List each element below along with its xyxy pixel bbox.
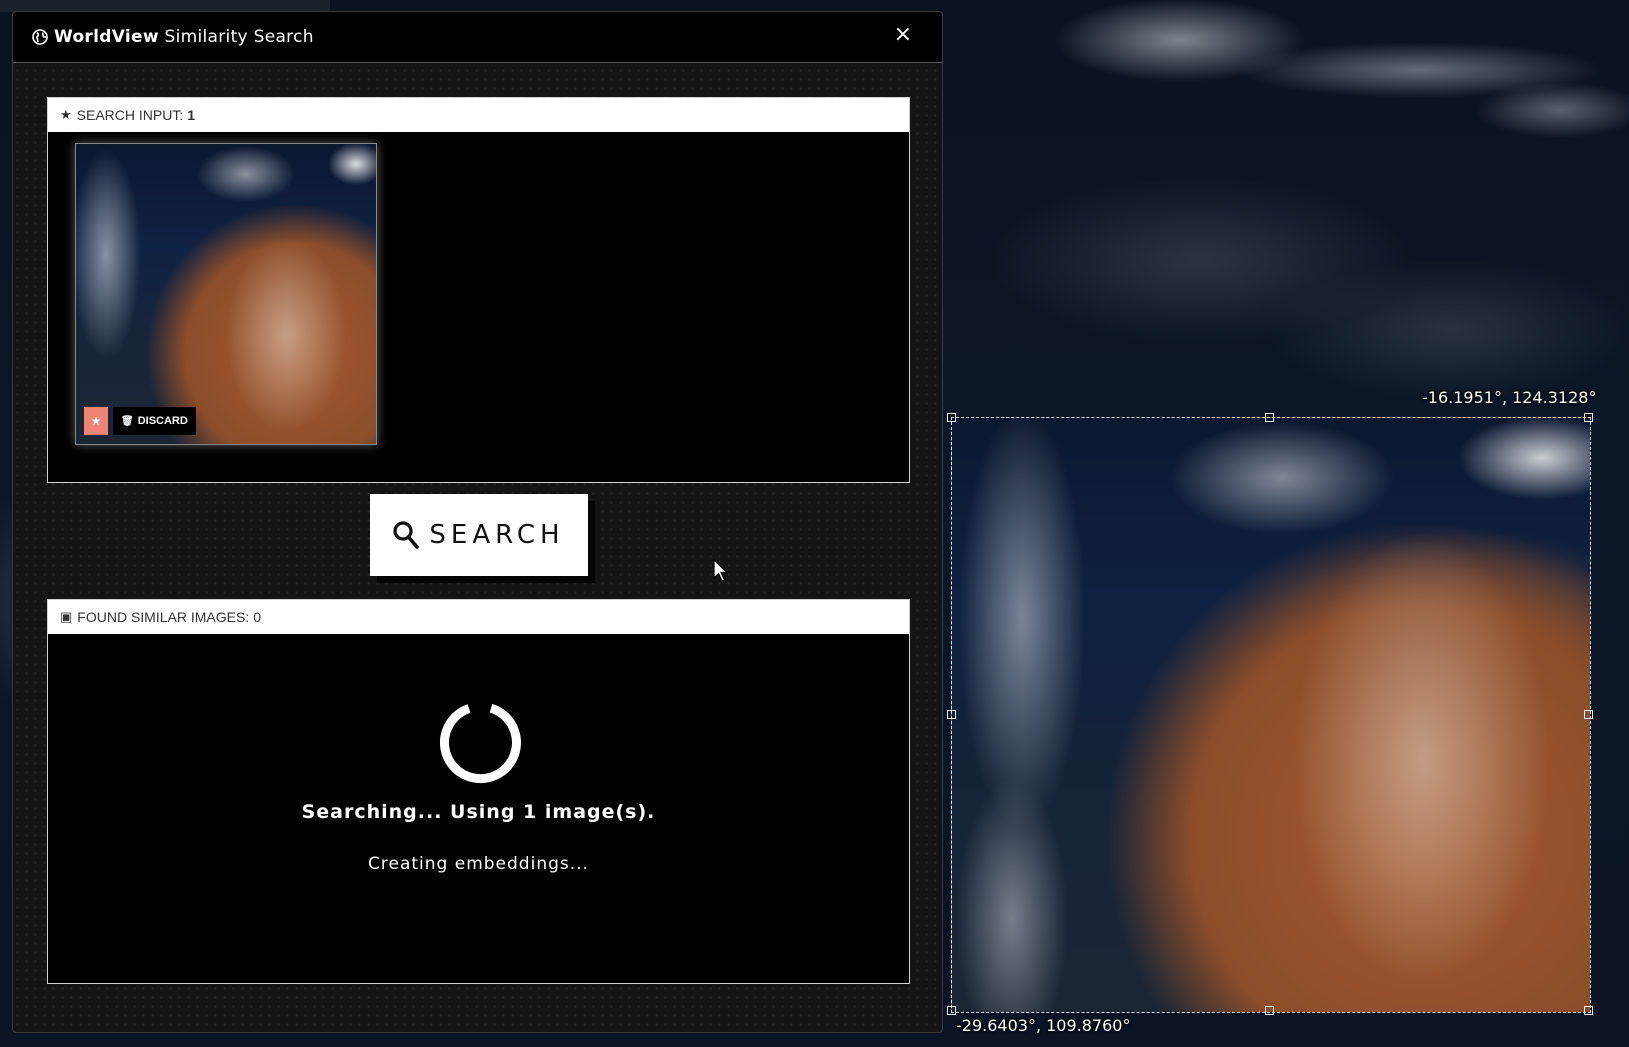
search-input-panel: ★ SEARCH INPUT: 1 ★ 🗑 DISCARD	[47, 97, 910, 483]
image-icon: ▣	[60, 609, 73, 624]
star-icon: ★	[90, 414, 102, 428]
selection-handle-top-left[interactable]	[947, 413, 956, 422]
search-button-label: SEARCH	[429, 520, 565, 550]
similar-images-header-label: FOUND SIMILAR IMAGES:	[77, 609, 250, 625]
selection-handle-top-center[interactable]	[1265, 413, 1274, 422]
coordinate-label-bottom-left: -29.6403°, 109.8760°	[956, 1016, 1131, 1035]
search-input-header-label: SEARCH INPUT:	[76, 107, 184, 123]
search-icon	[393, 521, 420, 549]
similar-images-header: ▣ FOUND SIMILAR IMAGES: 0	[48, 600, 909, 634]
search-status-text: Searching... Using 1 image(s).	[301, 801, 656, 823]
star-icon: ★	[60, 107, 72, 122]
search-progress-text: Creating embeddings...	[368, 854, 589, 874]
modal-title-brand: WorldView	[54, 27, 159, 47]
discard-label: DISCARD	[137, 415, 188, 427]
search-input-thumbnail[interactable]: ★ 🗑 DISCARD	[75, 143, 377, 445]
search-input-header: ★ SEARCH INPUT: 1	[48, 98, 909, 132]
globe-icon	[32, 29, 48, 45]
coordinate-label-top-right: -16.1951°, 124.3128°	[1422, 388, 1597, 407]
cursor-icon	[713, 559, 729, 582]
modal-header: WorldView Similarity Search ×	[13, 12, 942, 63]
modal-title: WorldView Similarity Search	[54, 27, 314, 47]
similarity-search-modal: WorldView Similarity Search × ★ SEARCH I…	[12, 11, 943, 1033]
modal-title-text: Similarity Search	[158, 27, 314, 47]
spinner-icon	[439, 703, 521, 784]
selection-handle-top-right[interactable]	[1584, 413, 1593, 422]
similar-images-count: 0	[253, 609, 262, 625]
trash-icon: 🗑	[121, 415, 134, 427]
selection-handle-bottom-left[interactable]	[947, 1006, 956, 1015]
selection-handle-middle-left[interactable]	[947, 710, 956, 719]
similar-images-panel: ▣ FOUND SIMILAR IMAGES: 0 Searching... U…	[47, 599, 910, 984]
search-button[interactable]: SEARCH	[370, 494, 588, 576]
star-button[interactable]: ★	[84, 407, 108, 435]
selection-handle-bottom-right[interactable]	[1584, 1006, 1593, 1015]
map-selection-area[interactable]	[951, 417, 1591, 1013]
discard-button[interactable]: 🗑 DISCARD	[113, 407, 196, 435]
selection-handle-bottom-center[interactable]	[1265, 1006, 1274, 1015]
close-icon[interactable]: ×	[894, 24, 912, 46]
search-input-count: 1	[187, 107, 196, 123]
selection-handle-middle-right[interactable]	[1584, 710, 1593, 719]
